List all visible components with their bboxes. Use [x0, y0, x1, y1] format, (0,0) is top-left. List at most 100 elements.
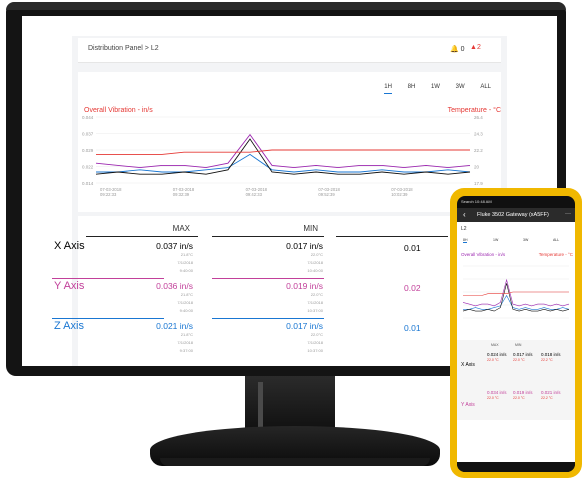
- phone-status-bar: Search 10:48 AM: [457, 196, 575, 208]
- vibration-chart[interactable]: 0.044 26.40.037 24.30.029 22.20.022 200.014 1…: [78, 72, 501, 212]
- y-tick-label-right: 24.3: [474, 132, 483, 137]
- alert-count: 2: [476, 44, 481, 51]
- z-axis-label: Z Axis: [54, 320, 84, 332]
- y-row-divider: [52, 278, 164, 279]
- phone-vibration-chart[interactable]: [457, 260, 575, 328]
- y-axis-label: Y Axis: [54, 280, 85, 292]
- phone-tab-3w[interactable]: 3W: [523, 238, 528, 242]
- phone-x-third-temp: 22.2 °C: [541, 358, 553, 362]
- axis-summary-table: MAX MIN 0.01 0.02 0.01 X Axis 0.037 in/s…: [52, 216, 501, 366]
- series-line: [95, 138, 471, 175]
- phone-device: Search 10:48 AM ‹ Fluke 3502 Gateway (xA…: [450, 188, 582, 478]
- x-tick-label: 09:52:39: [318, 192, 335, 197]
- breadcrumb[interactable]: Distribution Panel > L2: [88, 45, 159, 52]
- phone-max-header: MAX: [491, 343, 499, 347]
- series-line: [463, 294, 570, 310]
- header-divider: [86, 236, 198, 237]
- phone-x-axis-label: X Axis: [461, 362, 475, 368]
- x-max-date: 7/1/2018: [177, 260, 193, 265]
- y-max-date: 7/1/2018: [177, 300, 193, 305]
- y-min-value: 0.019 in/s: [286, 281, 323, 291]
- max-header: MAX: [172, 224, 190, 233]
- phone-x-max: 0.024 in/s: [487, 352, 507, 357]
- warning-icon: ▲: [470, 44, 477, 51]
- y-max-value: 0.036 in/s: [156, 281, 193, 291]
- series-line: [463, 291, 569, 296]
- series-line: [462, 283, 570, 312]
- phone-nav-bar: ‹ Fluke 3502 Gateway (xA5FF) ···: [457, 208, 575, 222]
- min-column: MIN: [206, 216, 324, 366]
- x-axis-label: X Axis: [54, 240, 85, 252]
- phone-y-min-temp: 22.0 °C: [513, 396, 525, 400]
- y-tick-label-left: 0.037: [82, 132, 94, 137]
- y-tick-label-left: 0.029: [82, 148, 94, 153]
- alert-indicator[interactable]: ▲2: [470, 44, 481, 51]
- z-max-time: 9:37:00: [179, 348, 193, 353]
- x-tick-label: 09:42:33: [246, 192, 263, 197]
- monitor-neck-highlight: [258, 382, 263, 430]
- z-min-value: 0.017 in/s: [286, 321, 323, 331]
- phone-x-min: 0.017 in/s: [513, 352, 533, 357]
- partial-value: 0.01: [404, 243, 421, 253]
- partial-value: 0.01: [404, 323, 421, 333]
- dashboard-app: Distribution Panel > L2 🔔 0 ▲2 1H 8H 1W …: [52, 36, 507, 366]
- phone-y-third-temp: 22.2 °C: [541, 396, 553, 400]
- y-tick-label-left: 0.044: [82, 115, 94, 120]
- z-min-temp: 22.0°C: [310, 332, 323, 337]
- phone-y-third: 0.021 in/s: [541, 390, 561, 395]
- partial-value: 0.02: [404, 283, 421, 293]
- series-line: [95, 133, 471, 169]
- z-max-value: 0.021 in/s: [156, 321, 193, 331]
- phone-summary-table: MAX MIN X Axis 0.024 in/s 0.017 in/s 0.0…: [457, 340, 575, 420]
- y-tick-label-right: 17.9: [474, 181, 483, 186]
- phone-tab-all[interactable]: ALL: [553, 238, 559, 242]
- phone-temperature-title: Temperature - °C: [538, 252, 573, 257]
- y-max-temp: 21.8°C: [180, 292, 193, 297]
- phone-vibration-title: Overall Vibration - in/s: [461, 252, 506, 257]
- phone-y-max-temp: 22.0 °C: [487, 396, 499, 400]
- y-tick-label-right: 22.2: [474, 148, 483, 153]
- series-line: [96, 149, 470, 155]
- x-tick-label: 10:02:39: [391, 192, 408, 197]
- y-min-time: 10:37:00: [307, 308, 323, 313]
- header-divider: [336, 236, 448, 237]
- y-tick-label-right: 20: [474, 165, 480, 170]
- chart-card: 1H 8H 1W 3W ALL Overall Vibration - in/s…: [78, 72, 501, 212]
- x-min-value: 0.017 in/s: [286, 241, 323, 251]
- y-min-temp: 22.0°C: [310, 292, 323, 297]
- series-line: [96, 153, 471, 173]
- bell-icon: 🔔: [450, 46, 459, 53]
- phone-tab-8h[interactable]: 8H: [463, 238, 468, 243]
- x-max-temp: 21.8°C: [180, 252, 193, 257]
- bell-count: 0: [460, 46, 465, 53]
- y-tick-label-left: 0.022: [82, 165, 94, 170]
- partial-column: 0.01 0.02 0.01: [334, 216, 452, 366]
- phone-tab-1w[interactable]: 1W: [493, 238, 498, 242]
- x-tick-label: 09:32:39: [173, 192, 190, 197]
- header-divider: [212, 236, 324, 237]
- x-max-time: 9:40:00: [179, 268, 193, 273]
- series-line: [462, 278, 570, 307]
- phone-status-text: Search 10:48 AM: [461, 199, 492, 204]
- monitor-bezel-top: [6, 2, 566, 10]
- y-tick-label-left: 0.014: [82, 181, 94, 186]
- phone-screen: Search 10:48 AM ‹ Fluke 3502 Gateway (xA…: [457, 196, 575, 472]
- back-icon[interactable]: ‹: [463, 210, 466, 219]
- z-row-divider: [52, 318, 164, 319]
- phone-y-axis-label: Y Axis: [461, 402, 475, 408]
- min-header: MIN: [303, 224, 318, 233]
- phone-x-min-temp: 22.0 °C: [513, 358, 525, 362]
- phone-min-header: MIN: [515, 343, 522, 347]
- z-min-time: 10:37:00: [307, 348, 323, 353]
- x-min-temp: 22.0°C: [310, 252, 323, 257]
- notification-bell[interactable]: 🔔 0: [450, 45, 465, 53]
- x-tick-label: 09:22:33: [100, 192, 117, 197]
- z-row-divider: [212, 318, 324, 319]
- phone-x-third: 0.018 in/s: [541, 352, 561, 357]
- y-min-date: 7/1/2018: [307, 300, 323, 305]
- monitor-base-edge: [160, 458, 430, 466]
- z-max-date: 7/1/2018: [177, 340, 193, 345]
- phone-x-max-temp: 22.0 °C: [487, 358, 499, 362]
- phone-menu-icon[interactable]: ···: [565, 211, 571, 217]
- phone-content: L2 8H 1W 3W ALL Overall Vibration - in/s…: [457, 222, 575, 462]
